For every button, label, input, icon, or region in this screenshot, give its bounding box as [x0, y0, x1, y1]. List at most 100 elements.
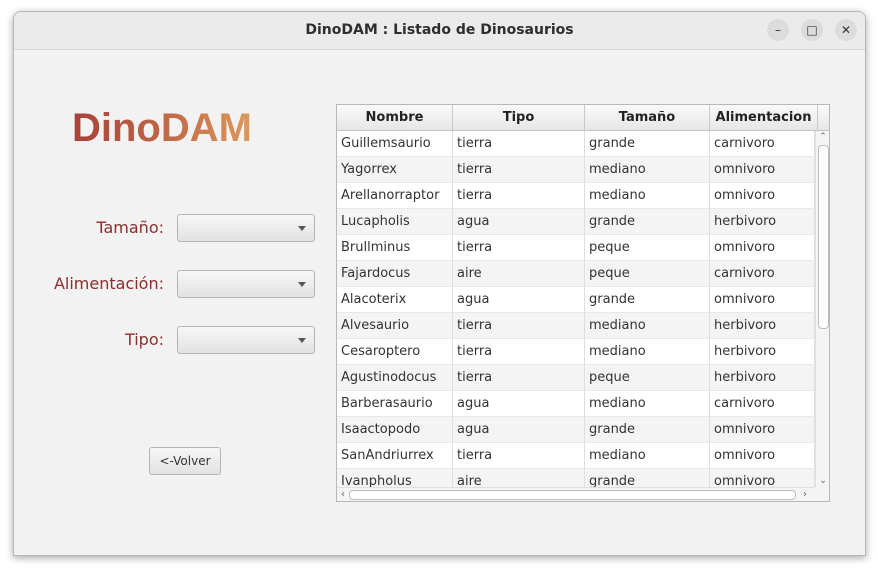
table-body: Guillemsaurio tierra grande carnivoro Yagorr…	[337, 131, 815, 487]
chevron-down-icon	[298, 226, 306, 231]
table-cell-tamano: grande	[585, 131, 710, 156]
scroll-left-icon[interactable]: ‹	[337, 488, 349, 501]
table-cell-nombre: SanAndriurrex	[337, 443, 453, 468]
table-cell-alimentacion: herbivoro	[710, 365, 815, 390]
scroll-up-icon[interactable]: ⌃	[816, 131, 829, 143]
window-title: DinoDAM : Listado de Dinosaurios	[305, 22, 574, 38]
table-cell-alimentacion: omnivoro	[710, 469, 815, 487]
table-cell-nombre: Alvesaurio	[337, 313, 453, 338]
scroll-right-icon[interactable]: ›	[799, 488, 811, 501]
table-cell-tamano: peque	[585, 365, 710, 390]
table-cell-tipo: tierra	[453, 313, 585, 338]
table-cell-tipo: tierra	[453, 443, 585, 468]
table-row[interactable]: Guillemsaurio tierra grande carnivoro	[337, 131, 815, 157]
table-cell-tamano: peque	[585, 235, 710, 260]
size-filter-select[interactable]	[177, 214, 315, 242]
table-cell-tamano: mediano	[585, 339, 710, 364]
table-cell-alimentacion: omnivoro	[710, 443, 815, 468]
table-cell-alimentacion: herbivoro	[710, 313, 815, 338]
chevron-down-icon	[298, 338, 306, 343]
close-button[interactable]: ✕	[835, 19, 857, 41]
table-cell-tamano: grande	[585, 469, 710, 487]
table-row[interactable]: Alacoterix agua grande omnivoro	[337, 287, 815, 313]
app-window: DinoDAM : Listado de Dinosaurios – □ ✕ D…	[13, 11, 866, 556]
table-cell-nombre: Alacoterix	[337, 287, 453, 312]
table-cell-tipo: tierra	[453, 157, 585, 182]
table-cell-tamano: grande	[585, 209, 710, 234]
table-cell-tamano: mediano	[585, 391, 710, 416]
table-cell-nombre: Barberasaurio	[337, 391, 453, 416]
horizontal-scroll-thumb[interactable]	[349, 490, 796, 500]
table-cell-tipo: tierra	[453, 131, 585, 156]
table-row[interactable]: Cesaroptero tierra mediano herbivoro	[337, 339, 815, 365]
food-filter-label: Alimentación:	[53, 274, 164, 293]
table-cell-tipo: aire	[453, 261, 585, 286]
table-row[interactable]: SanAndriurrex tierra mediano omnivoro	[337, 443, 815, 469]
table-row[interactable]: Fajardocus aire peque carnivoro	[337, 261, 815, 287]
table-cell-tipo: tierra	[453, 365, 585, 390]
table-row[interactable]: Ivanpholus aire grande omnivoro	[337, 469, 815, 487]
type-filter-select[interactable]	[177, 326, 315, 354]
table-cell-tipo: aire	[453, 469, 585, 487]
vertical-scroll-thumb[interactable]	[818, 145, 829, 329]
table-cell-tipo: tierra	[453, 235, 585, 260]
table-row[interactable]: Brullminus tierra peque omnivoro	[337, 235, 815, 261]
table-cell-nombre: Arellanorraptor	[337, 183, 453, 208]
table-cell-tipo: tierra	[453, 183, 585, 208]
back-button[interactable]: <-Volver	[149, 447, 221, 475]
table-cell-alimentacion: omnivoro	[710, 183, 815, 208]
table-cell-nombre: Isaactopodo	[337, 417, 453, 442]
table-cell-alimentacion: omnivoro	[710, 417, 815, 442]
maximize-button[interactable]: □	[801, 19, 823, 41]
scroll-corner	[815, 487, 829, 501]
horizontal-scrollbar[interactable]: ‹ ›	[337, 487, 815, 501]
table-row[interactable]: Barberasaurio agua mediano carnivoro	[337, 391, 815, 417]
table-cell-nombre: Ivanpholus	[337, 469, 453, 487]
table-cell-nombre: Fajardocus	[337, 261, 453, 286]
table-cell-alimentacion: omnivoro	[710, 287, 815, 312]
table-header: Nombre Tipo Tamaño Alimentacion	[337, 105, 829, 131]
table-cell-alimentacion: omnivoro	[710, 157, 815, 182]
table-cell-nombre: Guillemsaurio	[337, 131, 453, 156]
table-cell-alimentacion: herbivoro	[710, 209, 815, 234]
table-cell-alimentacion: carnivoro	[710, 391, 815, 416]
table-cell-tamano: mediano	[585, 183, 710, 208]
table-row[interactable]: Alvesaurio tierra mediano herbivoro	[337, 313, 815, 339]
table-cell-alimentacion: herbivoro	[710, 339, 815, 364]
table-cell-nombre: Brullminus	[337, 235, 453, 260]
table-cell-tipo: agua	[453, 287, 585, 312]
table-cell-tipo: agua	[453, 391, 585, 416]
size-filter-label: Tamaño:	[96, 218, 164, 237]
table-cell-alimentacion: carnivoro	[710, 261, 815, 286]
table-row[interactable]: Isaactopodo agua grande omnivoro	[337, 417, 815, 443]
table-cell-tamano: peque	[585, 261, 710, 286]
table-cell-nombre: Lucapholis	[337, 209, 453, 234]
table-row[interactable]: Arellanorraptor tierra mediano omnivoro	[337, 183, 815, 209]
table-cell-tamano: mediano	[585, 313, 710, 338]
table-cell-tamano: grande	[585, 417, 710, 442]
table-cell-nombre: Cesaroptero	[337, 339, 453, 364]
table-cell-nombre: Yagorrex	[337, 157, 453, 182]
table-cell-nombre: Agustinodocus	[337, 365, 453, 390]
column-header-nombre[interactable]: Nombre	[337, 105, 453, 130]
title-bar: DinoDAM : Listado de Dinosaurios – □ ✕	[14, 12, 865, 50]
chevron-down-icon	[298, 282, 306, 287]
dinodam-logo: DinoDAM	[72, 106, 252, 150]
column-header-tipo[interactable]: Tipo	[453, 105, 585, 130]
food-filter-select[interactable]	[177, 270, 315, 298]
vertical-scrollbar[interactable]: ⌃ ⌄	[815, 131, 829, 487]
table-cell-tamano: mediano	[585, 443, 710, 468]
dinosaur-table: Nombre Tipo Tamaño Alimentacion Guillems…	[336, 104, 830, 502]
table-cell-tipo: agua	[453, 417, 585, 442]
table-row[interactable]: Yagorrex tierra mediano omnivoro	[337, 157, 815, 183]
column-header-alimentacion[interactable]: Alimentacion	[710, 105, 818, 130]
table-cell-alimentacion: omnivoro	[710, 235, 815, 260]
scroll-down-icon[interactable]: ⌄	[816, 475, 829, 487]
column-header-tamano[interactable]: Tamaño	[585, 105, 710, 130]
table-row[interactable]: Agustinodocus tierra peque herbivoro	[337, 365, 815, 391]
minimize-button[interactable]: –	[767, 19, 789, 41]
table-cell-tamano: mediano	[585, 157, 710, 182]
table-row[interactable]: Lucapholis agua grande herbivoro	[337, 209, 815, 235]
table-cell-alimentacion: carnivoro	[710, 131, 815, 156]
table-cell-tipo: tierra	[453, 339, 585, 364]
